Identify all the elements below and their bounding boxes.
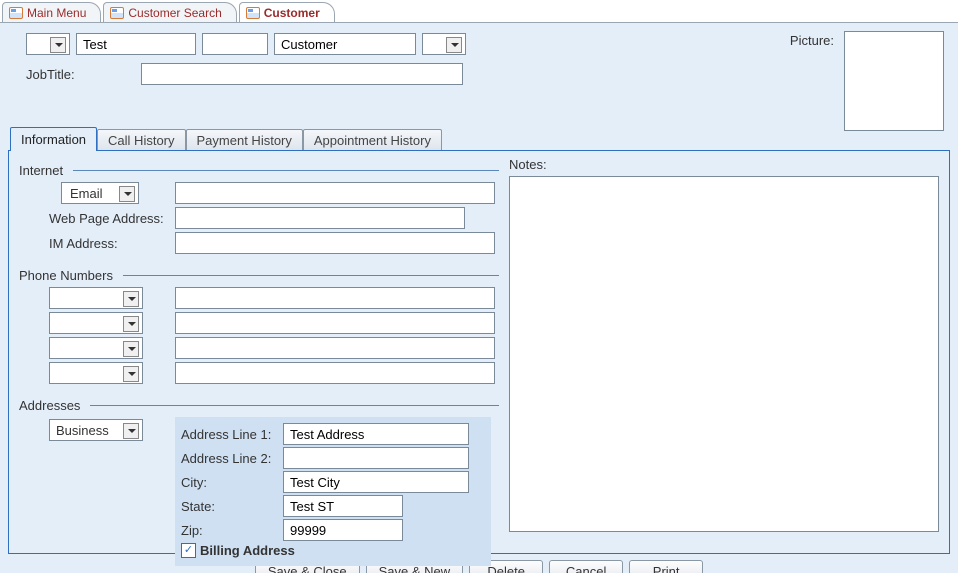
right-column: Notes: bbox=[509, 157, 939, 532]
header-area: JobTitle: Picture: bbox=[8, 33, 950, 123]
addr-state-label: State: bbox=[181, 499, 277, 514]
phones-legend: Phone Numbers bbox=[19, 268, 117, 283]
form-icon bbox=[246, 7, 260, 19]
cancel-button[interactable]: Cancel bbox=[549, 560, 623, 573]
app-window: Main Menu Customer Search Customer bbox=[0, 0, 958, 573]
address-panel: Address Line 1: Address Line 2: City: bbox=[175, 417, 491, 566]
group-rule bbox=[90, 405, 499, 406]
doc-tab-label: Customer bbox=[264, 6, 320, 20]
first-name-field[interactable] bbox=[81, 36, 191, 53]
form-icon bbox=[110, 7, 124, 19]
group-addresses: Addresses bbox=[19, 398, 499, 413]
addr-city-label: City: bbox=[181, 475, 277, 490]
picture-label: Picture: bbox=[790, 33, 834, 48]
billing-label: Billing Address bbox=[200, 543, 295, 558]
phone-input-2[interactable] bbox=[175, 312, 495, 334]
picture-box[interactable] bbox=[844, 31, 944, 131]
email-input[interactable] bbox=[175, 182, 495, 204]
internet-legend: Internet bbox=[19, 163, 67, 178]
last-name-input[interactable] bbox=[274, 33, 416, 55]
group-phones: Phone Numbers bbox=[19, 268, 499, 283]
tab-appointment-history[interactable]: Appointment History bbox=[303, 129, 442, 151]
addr-line2-input[interactable] bbox=[283, 447, 469, 469]
job-title-input[interactable] bbox=[141, 63, 463, 85]
last-name-field[interactable] bbox=[279, 36, 411, 53]
doc-tab-label: Main Menu bbox=[27, 6, 86, 20]
group-rule bbox=[123, 275, 499, 276]
doc-tab-label: Customer Search bbox=[128, 6, 221, 20]
tab-information[interactable]: Information bbox=[10, 127, 97, 151]
print-button[interactable]: Print bbox=[629, 560, 703, 573]
detail-tabhost: Information Call History Payment History… bbox=[8, 127, 950, 554]
phone-type-select-4[interactable] bbox=[49, 362, 143, 384]
tab-call-history[interactable]: Call History bbox=[97, 129, 185, 151]
address-type-value: Business bbox=[56, 423, 109, 438]
middle-name-input[interactable] bbox=[202, 33, 268, 55]
web-field[interactable] bbox=[180, 210, 460, 227]
addr-zip-input[interactable] bbox=[283, 519, 403, 541]
group-internet: Internet bbox=[19, 163, 499, 178]
addr-line2-label: Address Line 2: bbox=[181, 451, 277, 466]
phone-type-select-2[interactable] bbox=[49, 312, 143, 334]
email-type-value: Email bbox=[70, 186, 103, 201]
im-input[interactable] bbox=[175, 232, 495, 254]
phone-type-select-1[interactable] bbox=[49, 287, 143, 309]
addresses-legend: Addresses bbox=[19, 398, 84, 413]
middle-name-field[interactable] bbox=[207, 36, 263, 53]
addr-line1-label: Address Line 1: bbox=[181, 427, 277, 442]
doc-tab-customer-search[interactable]: Customer Search bbox=[103, 2, 236, 22]
addr-zip-label: Zip: bbox=[181, 523, 277, 538]
job-title-label: JobTitle: bbox=[26, 67, 75, 82]
doc-tab-main-menu[interactable]: Main Menu bbox=[2, 2, 101, 22]
web-input[interactable] bbox=[175, 207, 465, 229]
addr-state-input[interactable] bbox=[283, 495, 403, 517]
billing-checkbox[interactable]: ✓ bbox=[181, 543, 196, 558]
phone-input-4[interactable] bbox=[175, 362, 495, 384]
group-rule bbox=[73, 170, 499, 171]
job-title-field[interactable] bbox=[146, 66, 458, 83]
phone-input-3[interactable] bbox=[175, 337, 495, 359]
first-name-input[interactable] bbox=[76, 33, 196, 55]
phone-type-select-3[interactable] bbox=[49, 337, 143, 359]
email-type-select[interactable]: Email bbox=[61, 182, 139, 204]
picture-area: Picture: bbox=[790, 31, 944, 131]
workspace: JobTitle: Picture: Information Call Hist… bbox=[0, 23, 958, 573]
email-field[interactable] bbox=[180, 185, 490, 202]
phone-input-1[interactable] bbox=[175, 287, 495, 309]
notes-label: Notes: bbox=[509, 157, 547, 172]
form-icon bbox=[9, 7, 23, 19]
title-select[interactable] bbox=[26, 33, 70, 55]
doc-tab-customer[interactable]: Customer bbox=[239, 2, 335, 22]
suffix-select[interactable] bbox=[422, 33, 466, 55]
addr-city-input[interactable] bbox=[283, 471, 469, 493]
notes-textarea[interactable] bbox=[509, 176, 939, 532]
detail-tabpage: Internet Email Web bbox=[8, 150, 950, 554]
address-type-select[interactable]: Business bbox=[49, 419, 143, 441]
addr-line1-input[interactable] bbox=[283, 423, 469, 445]
left-column: Internet Email Web bbox=[19, 157, 499, 566]
tab-payment-history[interactable]: Payment History bbox=[186, 129, 303, 151]
im-field[interactable] bbox=[180, 235, 490, 252]
document-tabstrip: Main Menu Customer Search Customer bbox=[0, 0, 958, 22]
